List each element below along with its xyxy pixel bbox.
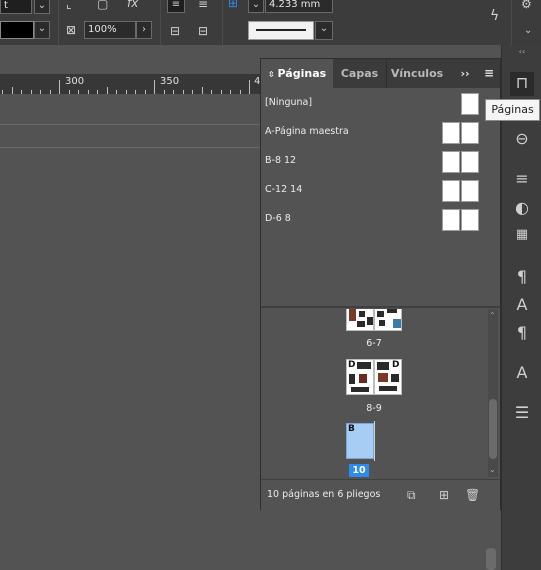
- ruler-tick: [59, 80, 60, 94]
- ruler-tick: [106, 87, 108, 94]
- horizontal-ruler[interactable]: 300 350 4: [0, 74, 260, 94]
- gear-icon[interactable]: ⚙: [521, 0, 532, 11]
- master-item-a[interactable]: A-Página maestra: [261, 118, 500, 146]
- canvas-scrollbar-thumb[interactable]: [486, 548, 496, 570]
- align-center-icon[interactable]: ≡: [198, 0, 208, 11]
- character-styles-dock-icon[interactable]: A: [502, 363, 541, 382]
- master-thumbnail-right: [461, 180, 479, 202]
- stroke-swatch[interactable]: [0, 21, 34, 39]
- page-thumbnail-7[interactable]: [374, 309, 402, 331]
- spread-label: 8-9: [366, 403, 382, 414]
- stroke-dock-icon[interactable]: ≡: [502, 169, 541, 188]
- document-canvas[interactable]: [0, 94, 260, 570]
- master-letter: B: [348, 424, 355, 434]
- distribute-alt-icon[interactable]: ⊟: [198, 24, 208, 38]
- wrap-icon[interactable]: ⊠: [66, 23, 76, 37]
- ruler-tick: [201, 87, 203, 94]
- paragraph-dock-icon[interactable]: ¶: [502, 267, 541, 286]
- ruler-tick: [154, 80, 155, 94]
- master-label: B-8 12: [265, 155, 297, 166]
- master-item-none[interactable]: [Ninguna]: [261, 89, 500, 117]
- master-thumbnail-left: [442, 122, 460, 144]
- ruler-label-300: 300: [65, 76, 85, 87]
- page-number-badge: 10: [349, 464, 369, 477]
- page-count-label: 10 páginas en 6 pliegos: [267, 489, 381, 500]
- master-thumbnail-left: [442, 209, 460, 231]
- master-label: D-6 8: [265, 213, 291, 224]
- new-page-icon[interactable]: ⊞: [439, 488, 449, 502]
- distribute-icon[interactable]: ⊟: [170, 24, 180, 38]
- reference-dropdown-button[interactable]: ⌄: [34, 0, 50, 14]
- stroke-style-icon[interactable]: ⊞: [228, 0, 238, 10]
- align-top-icon[interactable]: ≡: [167, 0, 185, 13]
- scrollbar-thumb[interactable]: [489, 399, 497, 459]
- tab-layers[interactable]: Capas: [333, 59, 387, 88]
- collapse-arrows-icon[interactable]: ⇳: [268, 70, 275, 79]
- reference-field[interactable]: t: [0, 0, 32, 14]
- page-thumbnail-10[interactable]: B: [346, 423, 374, 459]
- panel-menu-icon[interactable]: ≡: [479, 59, 499, 88]
- zoom-arrow-button[interactable]: ›: [136, 21, 152, 39]
- master-thumbnail: [461, 93, 479, 115]
- ruler-tick: [11, 87, 13, 94]
- page-thumbnail-6[interactable]: [346, 309, 374, 331]
- control-toolbar: t ⌄ ⌄ ⌞ ▢ fx ⊠ 100% › ≡ ≡ ⊟ ⊟ ⊞ ⌄ 4.233 …: [0, 0, 541, 45]
- spread-label: 6-7: [366, 338, 382, 349]
- master-label: [Ninguna]: [265, 97, 313, 108]
- character-dock-icon[interactable]: A: [502, 295, 541, 314]
- master-item-d[interactable]: D-6 8: [261, 205, 500, 233]
- stroke-dropdown-button[interactable]: ⌄: [34, 21, 50, 39]
- crop-icon[interactable]: ⌞: [66, 0, 72, 11]
- page-thumbnail-8[interactable]: D: [346, 359, 374, 395]
- page-thumbnail-9[interactable]: D: [374, 359, 402, 395]
- fx-icon[interactable]: fx: [127, 0, 138, 10]
- master-item-c[interactable]: C-12 14: [261, 176, 500, 204]
- pages-panel: ⇳ Páginas Capas Vínculos ›› ≡ [Ninguna] A…: [260, 58, 501, 510]
- paragraph-styles-dock-icon[interactable]: ¶: [502, 323, 541, 342]
- guide-line: [0, 124, 260, 125]
- zoom-percent-field[interactable]: 100%: [84, 21, 136, 39]
- delete-page-icon[interactable]: 🗑: [465, 488, 480, 502]
- stroke-stepper[interactable]: ⌄: [248, 0, 264, 13]
- master-thumbnail-right: [461, 122, 479, 144]
- master-thumbnail-right: [461, 209, 479, 231]
- collapse-dock-icon[interactable]: ‹‹: [502, 47, 541, 56]
- pages-dock-icon[interactable]: ⊓: [502, 73, 541, 92]
- pasteboard-top: [0, 45, 260, 74]
- menu-chevron-icon[interactable]: ⌄: [524, 24, 532, 38]
- gradient-dock-icon[interactable]: ▦: [502, 227, 541, 242]
- text-wrap-dock-icon[interactable]: ☰: [502, 403, 541, 422]
- ruler-label-350: 350: [160, 76, 180, 87]
- master-letter: D: [348, 360, 356, 370]
- ruler-tick: [249, 80, 250, 94]
- master-letter: D: [392, 360, 400, 370]
- panel-tabs: ⇳ Páginas Capas Vínculos ›› ≡: [261, 59, 500, 88]
- edit-page-size-icon[interactable]: ⧉: [407, 488, 416, 503]
- master-item-b[interactable]: B-8 12: [261, 147, 500, 175]
- panel-overflow-button[interactable]: ››: [453, 59, 477, 88]
- tab-pages[interactable]: ⇳ Páginas: [261, 59, 333, 88]
- lightning-icon[interactable]: ϟ: [490, 9, 499, 23]
- swatches-dock-icon[interactable]: ◐: [502, 198, 541, 217]
- stroke-type-line: [256, 29, 306, 31]
- panel-dock: ‹‹ ⊓ ⊖ ≡ ◐ ▦ ¶ A ¶ A ☰: [501, 45, 541, 570]
- guide-line: [0, 147, 260, 148]
- tab-pages-label: Páginas: [277, 67, 327, 80]
- master-label: A-Página maestra: [265, 126, 349, 137]
- links-dock-icon[interactable]: ⊖: [502, 129, 541, 148]
- stroke-weight-field[interactable]: 4.233 mm: [265, 0, 333, 13]
- pages-tooltip: Páginas: [485, 99, 540, 121]
- stroke-type-dropdown-button[interactable]: ⌄: [315, 21, 333, 40]
- frame-icon[interactable]: ▢: [97, 0, 108, 11]
- master-thumbnail-left: [442, 151, 460, 173]
- pages-scrollbar[interactable]: ⌃ ⌄: [488, 309, 498, 477]
- master-thumbnail-left: [442, 180, 460, 202]
- spine-line: [374, 421, 375, 461]
- tab-links[interactable]: Vínculos: [387, 59, 447, 88]
- master-thumbnail-right: [461, 151, 479, 173]
- panel-footer: 10 páginas en 6 pliegos ⧉ ⊞ 🗑: [261, 479, 500, 510]
- master-label: C-12 14: [265, 184, 303, 195]
- panel-splitter[interactable]: [261, 306, 500, 308]
